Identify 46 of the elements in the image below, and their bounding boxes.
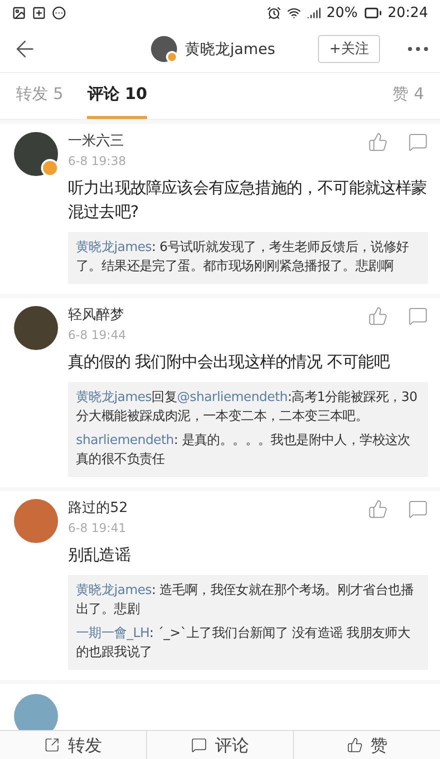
author-link[interactable]: 黄晓龙james [76,583,152,598]
repost-icon [44,737,60,753]
user-avatar[interactable] [151,36,178,62]
author-link[interactable]: 黄晓龙james [76,390,152,405]
reply-text: 黄晓龙james: 6号试听就发现了，考生老师反馈后，说修好了。结果还是完了蛋。都市现场刚刚紧急播报了。悲剧啊 [76,239,410,276]
commenter-name[interactable]: 一米六三 [68,132,368,150]
alarm-icon [266,6,281,20]
like-icon[interactable] [368,306,388,326]
reply-text: 黄晓龙james回复@sharliemendeth:高考1分能被踩死，30分大概能被踩成肉泥，一本变二本，二本变三本吧。 [76,389,418,426]
more-icon[interactable] [408,47,428,51]
comment-time: 6-8 19:41 [68,521,127,535]
like-icon [346,737,362,753]
like-icon[interactable] [368,132,388,152]
comment-text: 真的假的 我们附中会出现这样的情况 不可能吧 [68,351,391,373]
comment-button[interactable]: 评论 [147,731,294,759]
wifi-icon [286,6,301,20]
reply-text: sharliemendeth: 是真的。。。。我也是附中人，学校这次真的很不负责任 [76,432,412,469]
like-button[interactable]: 赞 [294,731,440,759]
clock-time: 20:24 [388,5,428,21]
comment-time: 6-8 19:44 [68,328,127,342]
image-icon [12,6,26,20]
plus-icon [32,6,46,20]
comment-text: 听力出现故障应该会有应急措施的，不可能就这样蒙混过去吧? [68,177,428,223]
comment-icon[interactable] [408,499,428,519]
signal-icon [306,6,321,20]
more-icon [52,6,66,20]
comment-text: 别乱造谣 [68,544,132,566]
follow-button[interactable]: +关注 [318,35,380,63]
repost-button[interactable]: 转发 [0,731,147,759]
author-link[interactable]: 一期一會_LH [76,626,150,641]
comment-icon [191,737,207,753]
reply-text: 黄晓龙james: 造毛啊，我侄女就在那个考场。刚才省台也播出了。悲剧 [76,582,415,619]
comment-icon[interactable] [408,132,428,152]
mention-link[interactable]: @sharliemendeth [177,390,288,405]
user-name[interactable]: 黄晓龙james [185,40,276,58]
commenter-name[interactable]: 路过的52 [68,499,368,517]
author-link[interactable]: sharliemendeth [76,433,174,448]
comment-time: 6-8 19:38 [68,154,127,168]
comment-icon[interactable] [408,306,428,326]
author-link[interactable]: 黄晓龙james [76,240,152,255]
commenter-name[interactable]: 轻风醉梦 [68,306,368,324]
avatar[interactable] [14,132,58,176]
battery-level: 20% [326,5,358,21]
like-icon[interactable] [368,499,388,519]
reply-text: 一期一會_LH: ´_>`上了我们台新闻了 没有造谣 我朋友师大的也跟我说了 [76,625,412,662]
avatar[interactable] [14,306,58,350]
